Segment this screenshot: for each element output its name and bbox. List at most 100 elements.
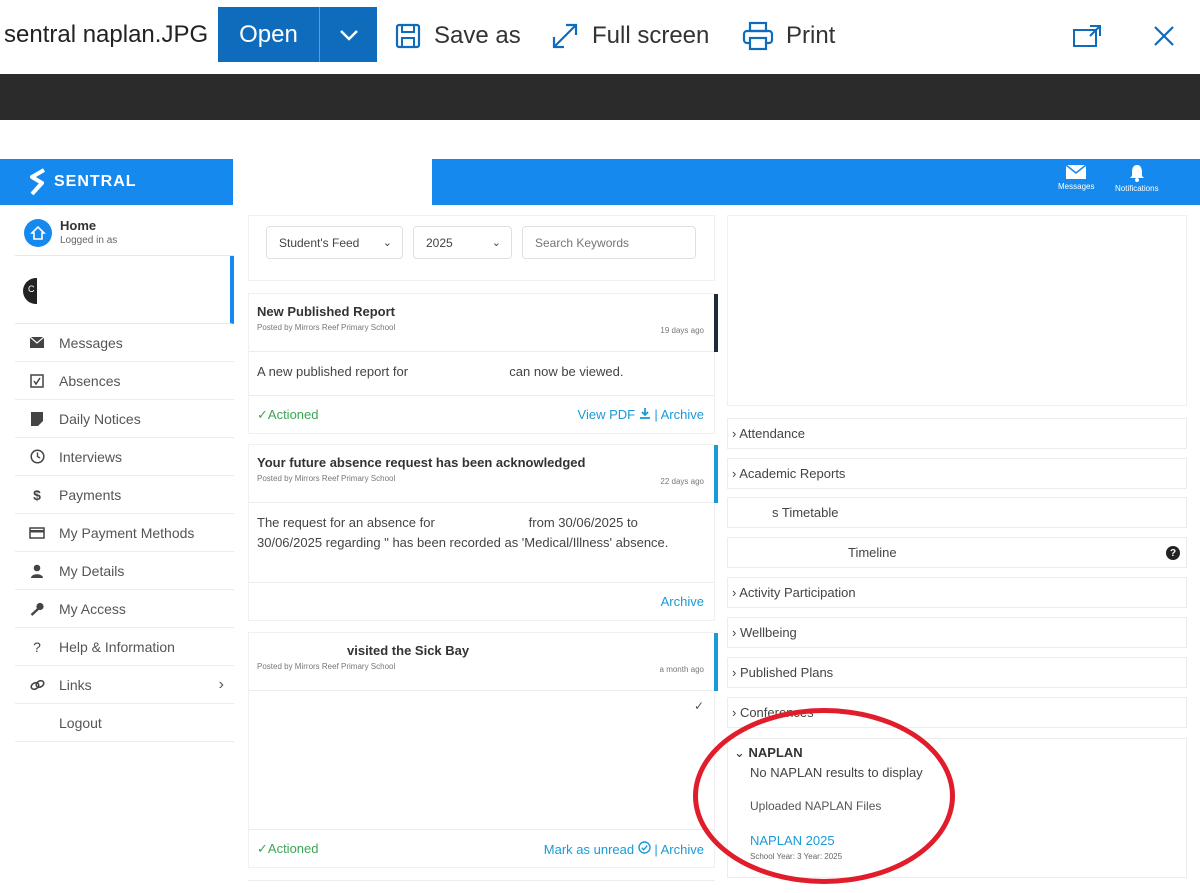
home-title: Home xyxy=(60,217,97,233)
next-feed-card-peek xyxy=(248,880,715,893)
accordion-timeline[interactable]: Timeline ? xyxy=(727,537,1187,568)
accordion-timetable[interactable]: s Timetable xyxy=(727,497,1187,528)
sidebar-item-links[interactable]: Links › xyxy=(15,666,234,704)
year-select[interactable]: 2025 ⌄ xyxy=(413,226,512,259)
sidebar-item-logout[interactable]: Logout xyxy=(15,704,234,742)
checkbox-icon xyxy=(29,373,45,388)
save-as-button[interactable]: Save as xyxy=(394,19,521,53)
feed-card-absence: Your future absence request has been ack… xyxy=(248,444,718,621)
sidebar-item-label: My Access xyxy=(59,600,126,617)
accordion-attendance[interactable]: › Attendance xyxy=(727,418,1187,449)
checkmark-icon: ✓ xyxy=(693,699,704,713)
header-notifications-button[interactable]: Notifications xyxy=(1115,164,1159,193)
sidebar-item-payment-methods[interactable]: My Payment Methods xyxy=(15,514,234,552)
sidebar-item-label: Interviews xyxy=(59,448,123,465)
sidebar-item-label: Payments xyxy=(59,486,122,503)
student-selector[interactable]: C xyxy=(15,256,234,324)
card-time-ago: 22 days ago xyxy=(660,477,704,486)
naplan-accordion-header[interactable]: ⌄ NAPLAN xyxy=(734,745,803,761)
full-screen-button[interactable]: Full screen xyxy=(550,19,709,53)
card-body-start: A new published report for xyxy=(257,364,409,379)
actioned-status[interactable]: ✓Actioned xyxy=(257,407,318,423)
circle-check-icon[interactable] xyxy=(638,841,651,857)
feed-type-select[interactable]: Student's Feed ⌄ xyxy=(266,226,403,259)
header-messages-label: Messages xyxy=(1058,182,1095,191)
notice-icon xyxy=(29,411,45,426)
close-button[interactable] xyxy=(1148,20,1180,52)
popout-button[interactable] xyxy=(1071,20,1103,52)
sidebar-item-my-access[interactable]: My Access xyxy=(15,590,234,628)
actioned-status[interactable]: ✓Actioned xyxy=(257,841,318,857)
card-title: Your future absence request has been ack… xyxy=(257,455,586,470)
sentral-logo-bar[interactable]: SENTRAL xyxy=(0,159,233,205)
sidebar-item-payments[interactable]: $ Payments xyxy=(15,476,234,514)
help-icon[interactable]: ? xyxy=(1166,546,1180,560)
full-screen-label: Full screen xyxy=(592,22,710,49)
mark-unread-link[interactable]: Mark as unread xyxy=(544,842,634,857)
printer-icon xyxy=(742,21,774,51)
accordion-conferences[interactable]: › Conferences xyxy=(727,697,1187,728)
download-icon[interactable] xyxy=(639,407,651,422)
archive-link[interactable]: Archive xyxy=(661,594,704,609)
card-time-ago: 19 days ago xyxy=(660,326,704,335)
open-button[interactable]: Open xyxy=(218,7,319,62)
chevron-right-icon: › xyxy=(218,675,224,693)
archive-link[interactable]: Archive xyxy=(661,407,704,422)
card-footer: ✓Actioned View PDF | Archive xyxy=(249,395,714,433)
search-keywords-input[interactable] xyxy=(522,226,696,259)
open-button-group: Open xyxy=(218,7,377,62)
sidebar-item-label: Help & Information xyxy=(59,638,175,655)
accordion-academic-reports[interactable]: › Academic Reports xyxy=(727,458,1187,489)
card-accent xyxy=(714,294,718,352)
sidebar-home[interactable]: Home Logged in as xyxy=(15,210,234,256)
header-messages-button[interactable]: Messages xyxy=(1058,164,1094,191)
card-body: A new published report for can now be vi… xyxy=(249,352,714,392)
home-icon xyxy=(24,218,52,247)
card-posted-by: Posted by Mirrors Reef Primary School xyxy=(257,662,396,671)
feed-filter-bar: Student's Feed ⌄ 2025 ⌄ xyxy=(248,215,715,281)
sidebar-item-label: Messages xyxy=(59,334,123,351)
viewer-divider-band xyxy=(0,74,1200,120)
envelope-icon xyxy=(29,337,45,348)
file-name: sentral naplan.JPG xyxy=(4,21,209,48)
sidebar-item-messages[interactable]: Messages xyxy=(15,324,234,362)
card-accent xyxy=(714,633,718,691)
sidebar-item-interviews[interactable]: Interviews xyxy=(15,438,234,476)
accordion-published-plans[interactable]: › Published Plans xyxy=(727,657,1187,688)
card-body: The request for an absence for from 30/0… xyxy=(257,515,669,550)
save-as-label: Save as xyxy=(434,22,521,49)
card-footer: Archive xyxy=(249,582,714,620)
sidebar: Home Logged in as C Messages Absences Da… xyxy=(15,210,234,742)
chevron-down-icon: ⌄ xyxy=(382,237,392,249)
question-icon: ? xyxy=(33,638,41,655)
popout-icon xyxy=(1073,25,1101,47)
student-avatar: C xyxy=(23,278,37,304)
header-notifications-label: Notifications xyxy=(1115,184,1159,193)
chevron-down-icon: ⌄ xyxy=(491,237,501,249)
sidebar-item-absences[interactable]: Absences xyxy=(15,362,234,400)
chevron-down-icon: ⌄ xyxy=(734,745,745,760)
sidebar-item-label: Absences xyxy=(59,372,121,389)
card-icon xyxy=(29,526,45,539)
card-title: New Published Report xyxy=(257,304,395,319)
accordion-activity-participation[interactable]: › Activity Participation xyxy=(727,577,1187,608)
key-icon xyxy=(29,602,45,616)
viewer-toolbar: sentral naplan.JPG Open Save as Full scr… xyxy=(0,0,1200,74)
sidebar-item-daily-notices[interactable]: Daily Notices xyxy=(15,400,234,438)
accordion-wellbeing[interactable]: › Wellbeing xyxy=(727,617,1187,648)
feed-card-sick-bay: visited the Sick Bay Posted by Mirrors R… xyxy=(248,632,718,868)
card-body-end: can now be viewed. xyxy=(509,364,624,379)
card-time-ago: a month ago xyxy=(659,665,704,674)
sidebar-item-my-details[interactable]: My Details xyxy=(15,552,234,590)
sidebar-item-label: Daily Notices xyxy=(59,410,141,427)
sidebar-item-help[interactable]: ? Help & Information xyxy=(15,628,234,666)
naplan-file-meta: School Year: 3 Year: 2025 xyxy=(750,852,843,861)
view-pdf-link[interactable]: View PDF xyxy=(578,407,636,422)
link-separator: | xyxy=(654,407,658,422)
print-button[interactable]: Print xyxy=(742,19,835,53)
naplan-empty-message: No NAPLAN results to display xyxy=(750,765,923,780)
archive-link[interactable]: Archive xyxy=(661,842,704,857)
open-dropdown-button[interactable] xyxy=(319,7,377,62)
naplan-title: NAPLAN xyxy=(748,745,803,760)
naplan-file-link[interactable]: NAPLAN 2025 xyxy=(750,833,835,848)
